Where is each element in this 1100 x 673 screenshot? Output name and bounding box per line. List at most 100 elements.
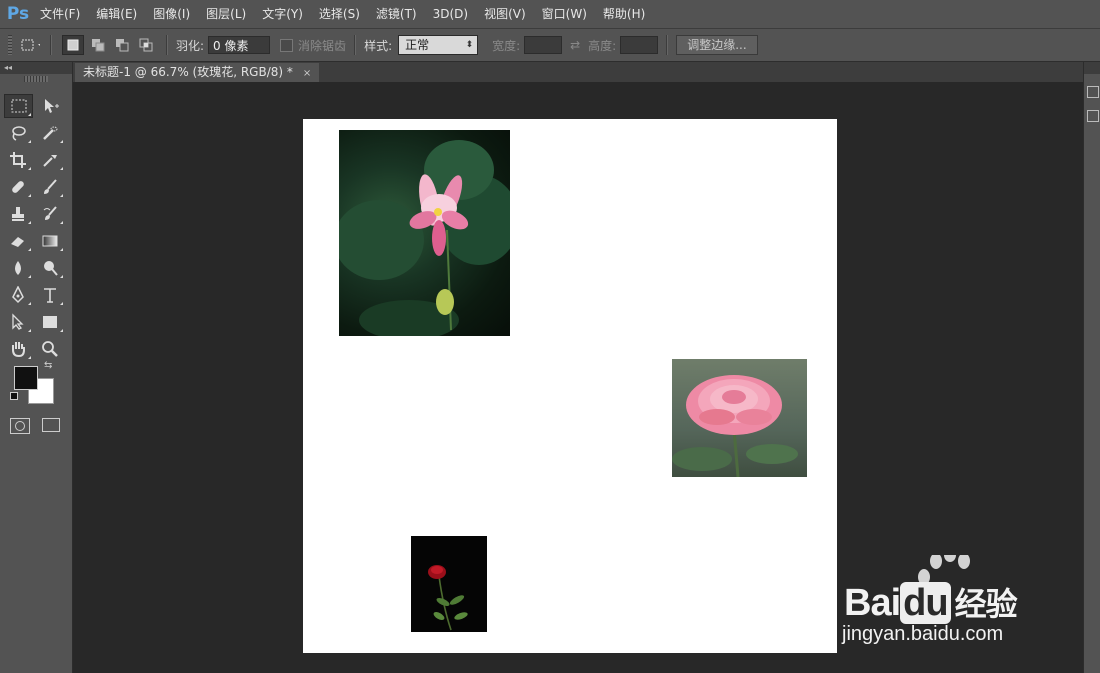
divider <box>666 35 669 55</box>
default-colors-icon[interactable] <box>10 392 18 400</box>
path-select-tool[interactable] <box>4 311 32 333</box>
new-selection-icon <box>67 39 79 51</box>
quick-select-tool[interactable] <box>36 122 64 144</box>
antialias-checkbox[interactable] <box>280 38 294 52</box>
history-panel-icon[interactable] <box>1087 86 1099 98</box>
feather-label: 羽化: <box>176 38 205 53</box>
swap-colors-icon[interactable]: ⇆ <box>44 360 52 371</box>
antialias-label: 消除锯齿 <box>298 38 347 53</box>
red-rose-image[interactable] <box>411 536 487 632</box>
document-tab[interactable]: 未标题-1 @ 66.7% (玫瑰花, RGB/8) * × <box>75 63 320 82</box>
rectangle-icon <box>43 315 57 328</box>
watermark-url: jingyan.baidu.com <box>842 623 1004 645</box>
quick-select-icon <box>43 126 58 140</box>
eraser-tool[interactable] <box>4 230 32 252</box>
dodge-tool[interactable] <box>36 257 64 279</box>
properties-panel-icon[interactable] <box>1087 110 1099 122</box>
gradient-tool[interactable] <box>36 230 64 252</box>
watermark-brand-cn: 经验 <box>954 586 1018 622</box>
pink-rose-image[interactable] <box>672 359 807 477</box>
blur-tool[interactable] <box>4 257 32 279</box>
quickmask-icon[interactable] <box>10 418 30 434</box>
options-grip[interactable] <box>8 35 12 55</box>
marquee-tool[interactable] <box>4 93 33 118</box>
screenmode-icon[interactable] <box>42 418 60 432</box>
pen-tool[interactable] <box>4 284 32 306</box>
eyedropper-tool[interactable] <box>36 149 64 171</box>
healing-icon <box>12 180 24 193</box>
width-label: 宽度: <box>492 38 521 53</box>
baidu-watermark: Baidu 经验 jingyan.baidu.com <box>840 548 1050 655</box>
refine-edge-button[interactable]: 调整边缘... <box>676 35 758 55</box>
intersect-selection-button[interactable] <box>136 36 156 54</box>
crop-tool[interactable] <box>4 149 32 171</box>
hand-tool[interactable] <box>4 338 32 360</box>
intersect-selection-icon <box>139 38 153 52</box>
feather-input[interactable]: 0 像素 <box>208 36 271 54</box>
menu-view[interactable]: 视图(V) <box>476 0 534 28</box>
eyedropper-icon <box>43 154 57 167</box>
menu-layer[interactable]: 图层(L) <box>198 0 254 28</box>
lasso-tool[interactable] <box>4 122 32 144</box>
move-tool[interactable] <box>37 95 64 117</box>
brush-icon <box>44 178 57 194</box>
healing-tool[interactable] <box>4 176 32 198</box>
dodge-icon <box>44 260 58 276</box>
divider <box>166 35 168 55</box>
blur-icon <box>15 260 21 275</box>
height-input[interactable] <box>620 36 659 54</box>
select-arrow-icon: ⬍ <box>465 40 474 50</box>
history-brush-icon <box>43 205 57 220</box>
panel-collapse-icon[interactable]: ◂◂ <box>0 62 72 74</box>
subtract-selection-button[interactable] <box>112 36 132 54</box>
menu-type[interactable]: 文字(Y) <box>254 0 311 28</box>
style-value: 正常 <box>405 38 430 52</box>
divider <box>50 35 52 55</box>
right-panel-header[interactable] <box>1084 62 1100 74</box>
foreground-color-swatch[interactable] <box>14 366 38 390</box>
menu-help[interactable]: 帮助(H) <box>595 0 653 28</box>
tool-grid <box>4 92 68 362</box>
swap-dimensions-icon[interactable]: ⇄ <box>568 38 582 52</box>
tool-preset-picker[interactable] <box>20 36 40 54</box>
document-tabs: 未标题-1 @ 66.7% (玫瑰花, RGB/8) * × <box>73 62 1083 82</box>
subtract-selection-icon <box>116 39 129 52</box>
menu-select[interactable]: 选择(S) <box>311 0 368 28</box>
menu-image[interactable]: 图像(I) <box>145 0 198 28</box>
add-selection-icon <box>92 39 105 52</box>
panel-grip[interactable] <box>24 76 48 82</box>
zoom-tool[interactable] <box>36 338 64 360</box>
style-select[interactable]: 正常 ⬍ <box>398 35 479 55</box>
menu-file[interactable]: 文件(F) <box>32 0 88 28</box>
close-tab-icon[interactable]: × <box>303 68 311 79</box>
style-label: 样式: <box>364 38 393 53</box>
type-tool[interactable] <box>36 284 64 306</box>
menu-filter[interactable]: 滤镜(T) <box>368 0 425 28</box>
stamp-icon <box>12 206 24 221</box>
move-icon <box>44 98 59 113</box>
clone-stamp-tool[interactable] <box>4 203 32 225</box>
watermark-brand-a: Bai <box>844 582 901 624</box>
new-selection-button[interactable] <box>62 35 84 55</box>
photoshop-logo: Ps <box>6 4 30 24</box>
type-icon <box>44 287 56 303</box>
history-brush-tool[interactable] <box>36 203 64 225</box>
lotus-image[interactable] <box>339 130 510 336</box>
crop-icon <box>10 151 26 168</box>
watermark-brand-b: du <box>900 582 951 624</box>
marquee-preset-icon <box>21 39 40 51</box>
document-canvas[interactable] <box>303 119 837 653</box>
brush-tool[interactable] <box>36 176 64 198</box>
rectangle-tool[interactable] <box>36 311 64 333</box>
menu-window[interactable]: 窗口(W) <box>534 0 595 28</box>
divider <box>354 35 357 55</box>
options-bar: 羽化: 0 像素 消除锯齿 样式: 正常 ⬍ 宽度: ⇄ 高度: 调整边缘... <box>0 28 1100 62</box>
document-tab-title: 未标题-1 @ 66.7% (玫瑰花, RGB/8) * <box>83 65 293 79</box>
lotus-image-drawing <box>339 140 510 336</box>
height-label: 高度: <box>588 38 617 53</box>
width-input[interactable] <box>524 36 563 54</box>
hand-icon <box>12 341 25 357</box>
menu-3d[interactable]: 3D(D) <box>425 0 476 28</box>
add-selection-button[interactable] <box>88 36 108 54</box>
menu-edit[interactable]: 编辑(E) <box>88 0 145 28</box>
